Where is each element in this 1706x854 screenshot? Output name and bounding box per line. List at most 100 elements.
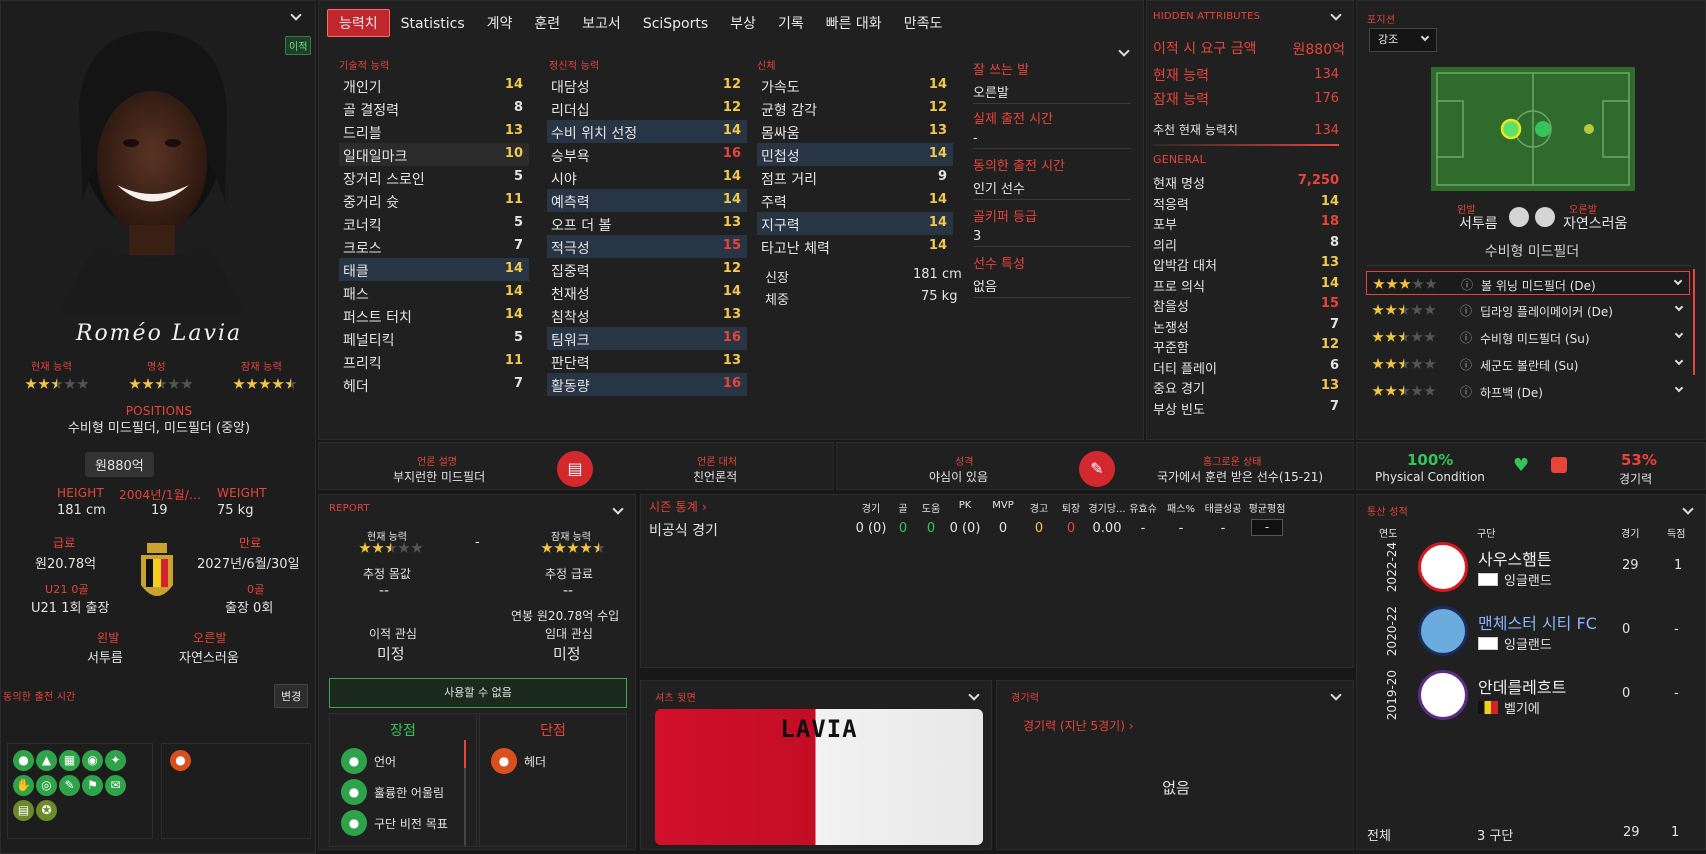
form-link[interactable]: 경기력 (지난 5경기) ›: [1023, 717, 1134, 734]
season-col-header[interactable]: 패스%: [1159, 500, 1203, 515]
shirt-chevron-icon[interactable]: [967, 689, 981, 703]
general-attr-row[interactable]: 의리 8: [1153, 235, 1339, 255]
general-attr-row[interactable]: 현재 명성 7,250: [1153, 173, 1339, 193]
general-attr-row[interactable]: 적응력 14: [1153, 194, 1339, 214]
role-item[interactable]: ⓘ 볼 위닝 미드필더 (De): [1366, 271, 1690, 295]
form-chevron-icon[interactable]: [1329, 689, 1343, 703]
highlight-dropdown[interactable]: 강조: [1369, 28, 1437, 52]
technical-attr-row[interactable]: 골 결정력 8: [339, 97, 529, 120]
mental-attr-row[interactable]: 활동량 16: [547, 373, 747, 396]
attributes-chevron-icon[interactable]: [1117, 45, 1131, 59]
physical-attr-row[interactable]: 주력 14: [757, 189, 953, 212]
info-icon[interactable]: ⓘ: [1460, 383, 1472, 400]
technical-attr-row[interactable]: 크로스 7: [339, 235, 529, 258]
role-scrollbar[interactable]: [1693, 269, 1695, 375]
tab-0[interactable]: 능력치: [327, 9, 390, 37]
career-row[interactable]: 2020-22 맨체스터 시티 FC 잉글랜드 0 -: [1356, 600, 1706, 662]
career-row[interactable]: 2019-20 안데를레흐트 벨기에 0 -: [1356, 664, 1706, 726]
general-attr-row[interactable]: 중요 경기 13: [1153, 378, 1339, 398]
role-item[interactable]: ⓘ 세군도 볼란테 (Su): [1366, 352, 1690, 376]
mental-attr-row[interactable]: 판단력 13: [547, 350, 747, 373]
mental-attr-row[interactable]: 대담성 12: [547, 74, 747, 97]
mental-attr-row[interactable]: 수비 위치 선정 14: [547, 120, 747, 143]
change-button[interactable]: 변경: [274, 684, 309, 708]
tab-8[interactable]: 빠른 대화: [815, 10, 893, 38]
hidden-chevron-icon[interactable]: [1329, 9, 1343, 23]
tab-2[interactable]: 계약: [476, 10, 524, 38]
mental-attr-row[interactable]: 시야 14: [547, 166, 747, 189]
mental-attr-row[interactable]: 팀워크 16: [547, 327, 747, 350]
club-name[interactable]: 안데를레흐트: [1478, 674, 1566, 698]
physical-attr-row[interactable]: 민첩성 14: [757, 143, 953, 166]
technical-attr-row[interactable]: 프리킥 11: [339, 350, 529, 373]
general-attr-row[interactable]: 더티 플레이 6: [1153, 358, 1339, 378]
role-item[interactable]: ⓘ 수비형 미드필더 (Su): [1366, 325, 1690, 349]
technical-attr-row[interactable]: 드리블 13: [339, 120, 529, 143]
info-icon[interactable]: ⓘ: [1460, 302, 1472, 319]
tab-3[interactable]: 훈련: [523, 10, 571, 38]
physical-attr-row[interactable]: 점프 거리 9: [757, 166, 953, 189]
technical-attr-row[interactable]: 헤더 7: [339, 373, 529, 396]
season-col-header[interactable]: 태클성공: [1201, 500, 1245, 515]
general-attr-row[interactable]: 압박감 대처 13: [1153, 255, 1339, 275]
technical-attr-row[interactable]: 장거리 스로인 5: [339, 166, 529, 189]
physical-attr-row[interactable]: 타고난 체력 14: [757, 235, 953, 258]
tab-5[interactable]: SciSports: [632, 10, 719, 38]
technical-attr-row[interactable]: 퍼스트 터치 14: [339, 304, 529, 327]
role-chevron-icon[interactable]: [1674, 302, 1684, 312]
profile-menu-chevron-icon[interactable]: [289, 9, 303, 23]
general-attr-row[interactable]: 포부 18: [1153, 214, 1339, 234]
physical-attr-row[interactable]: 지구력 14: [757, 212, 953, 235]
physical-attr-row[interactable]: 몸싸움 13: [757, 120, 953, 143]
mental-attr-row[interactable]: 집중력 12: [547, 258, 747, 281]
tab-4[interactable]: 보고서: [571, 10, 632, 38]
report-chevron-icon[interactable]: [611, 503, 625, 517]
info-icon[interactable]: ⓘ: [1460, 356, 1472, 373]
mental-attr-row[interactable]: 리더십 12: [547, 97, 747, 120]
general-attr-row[interactable]: 프로 의식 14: [1153, 276, 1339, 296]
general-attr-row[interactable]: 꾸준함 12: [1153, 337, 1339, 357]
season-col-header[interactable]: 평균평점: [1245, 500, 1289, 515]
technical-attr-row[interactable]: 패스 14: [339, 281, 529, 304]
pros-scrollbar[interactable]: [464, 740, 466, 846]
mental-attr-row[interactable]: 천재성 14: [547, 281, 747, 304]
career-chevron-icon[interactable]: [1681, 503, 1695, 517]
technical-attr-row[interactable]: 태클 14: [339, 258, 529, 281]
technical-attr-row[interactable]: 개인기 14: [339, 74, 529, 97]
role-item[interactable]: ⓘ 하프백 (De): [1366, 379, 1690, 403]
role-chevron-icon[interactable]: [1673, 276, 1683, 286]
technical-attr-row[interactable]: 중거리 슛 11: [339, 189, 529, 212]
general-attr-row[interactable]: 논쟁성 7: [1153, 317, 1339, 337]
physical-attr-row[interactable]: 균형 감각 12: [757, 97, 953, 120]
mental-attr-row[interactable]: 승부욕 16: [547, 143, 747, 166]
info-icon[interactable]: ⓘ: [1461, 276, 1473, 293]
technical-attr-row[interactable]: 페널티킥 5: [339, 327, 529, 350]
role-chevron-icon[interactable]: [1674, 329, 1684, 339]
info-icon[interactable]: ⓘ: [1460, 329, 1472, 346]
mental-attr-row[interactable]: 적극성 15: [547, 235, 747, 258]
pro-item[interactable]: ● 언어: [340, 746, 396, 774]
tab-9[interactable]: 만족도: [893, 10, 954, 38]
pro-item[interactable]: ● 훌륭한 어울림: [340, 777, 444, 805]
tab-7[interactable]: 기록: [767, 10, 815, 38]
general-attr-row[interactable]: 참을성 15: [1153, 296, 1339, 316]
mental-attr-row[interactable]: 오프 더 볼 13: [547, 212, 747, 235]
con-item[interactable]: ● 헤더: [490, 746, 546, 774]
technical-attr-row[interactable]: 일대일마크 10: [339, 143, 529, 166]
pro-item[interactable]: ● 구단 비전 목표: [340, 808, 448, 836]
club-name[interactable]: 사우스햄튼: [1478, 546, 1552, 570]
role-chevron-icon[interactable]: [1674, 383, 1684, 393]
technical-attr-row[interactable]: 코너킥 5: [339, 212, 529, 235]
role-item[interactable]: ⓘ 딥라잉 플레이메이커 (De): [1366, 298, 1690, 322]
role-chevron-icon[interactable]: [1674, 356, 1684, 366]
mental-attr-row[interactable]: 예측력 14: [547, 189, 747, 212]
tab-1[interactable]: Statistics: [390, 10, 476, 38]
tab-6[interactable]: 부상: [719, 10, 767, 38]
general-attr-row[interactable]: 부상 빈도 7: [1153, 399, 1339, 419]
mental-attr-row[interactable]: 침착성 13: [547, 304, 747, 327]
unavailable-button[interactable]: 사용할 수 없음: [329, 678, 627, 708]
career-row[interactable]: 2022-24 사우스햄튼 잉글랜드 29 1: [1356, 536, 1706, 598]
season-title[interactable]: 시즌 통계 ›: [649, 498, 707, 515]
club-name[interactable]: 맨체스터 시티 FC: [1478, 610, 1597, 634]
physical-attr-row[interactable]: 가속도 14: [757, 74, 953, 97]
